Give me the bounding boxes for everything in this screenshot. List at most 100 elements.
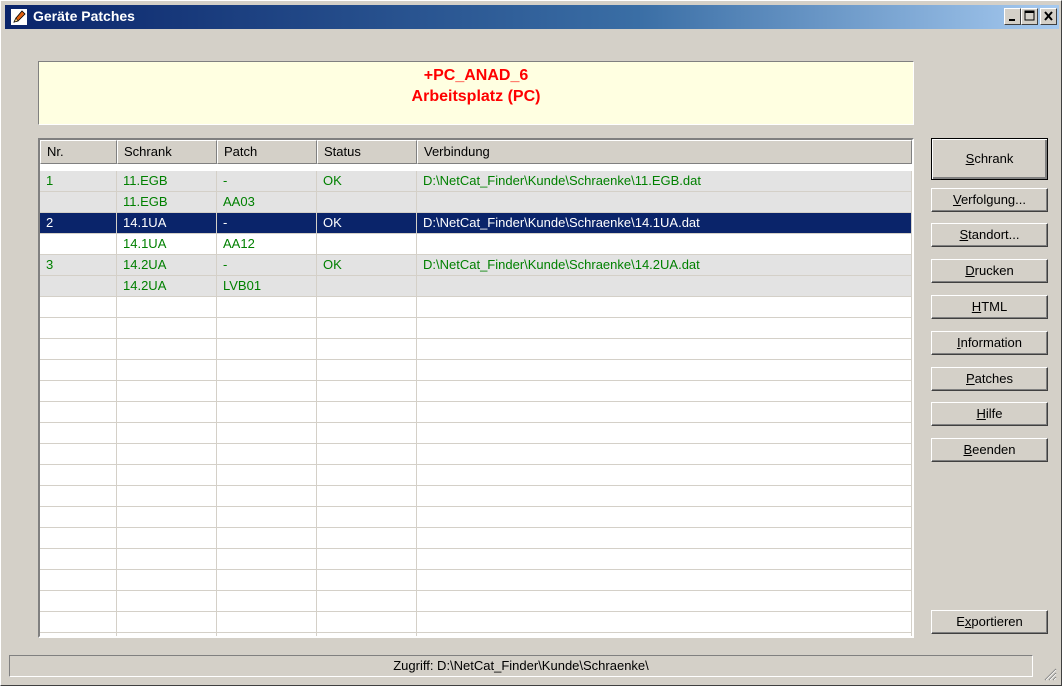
empty-cell (417, 360, 912, 380)
empty-cell (40, 486, 117, 506)
maximize-icon (1024, 10, 1035, 21)
empty-cell (317, 360, 417, 380)
information-button[interactable]: Information (931, 331, 1048, 355)
empty-cell (117, 402, 217, 422)
empty-cell (217, 633, 317, 636)
empty-row (40, 507, 912, 528)
column-header-patch[interactable]: Patch (217, 140, 317, 164)
cell-schrank: 14.2UA (117, 255, 217, 275)
minimize-button[interactable] (1004, 8, 1021, 25)
empty-cell (117, 486, 217, 506)
empty-row (40, 297, 912, 318)
column-header-schrank[interactable]: Schrank (117, 140, 217, 164)
empty-cell (117, 570, 217, 590)
cell-verbindung (417, 276, 912, 296)
empty-cell (417, 612, 912, 632)
empty-cell (317, 591, 417, 611)
empty-cell (40, 570, 117, 590)
html-button[interactable]: HTML (931, 295, 1048, 319)
cell-verbindung: D:\NetCat_Finder\Kunde\Schraenke\14.1UA.… (417, 213, 912, 233)
empty-cell (417, 528, 912, 548)
empty-cell (117, 507, 217, 527)
grid-header: Nr. Schrank Patch Status Verbindung (40, 140, 912, 164)
empty-cell (40, 339, 117, 359)
cell-verbindung: D:\NetCat_Finder\Kunde\Schraenke\11.EGB.… (417, 171, 912, 191)
resize-grip-icon[interactable] (1043, 667, 1057, 681)
patch-grid[interactable]: Nr. Schrank Patch Status Verbindung 1 11… (38, 138, 914, 638)
empty-row (40, 612, 912, 633)
empty-row (40, 486, 912, 507)
hilfe-button[interactable]: Hilfe (931, 402, 1048, 426)
empty-cell (317, 318, 417, 338)
empty-cell (417, 339, 912, 359)
device-name: +PC_ANAD_6 (423, 67, 529, 84)
verfolgung-button[interactable]: Verfolgung... (931, 188, 1048, 212)
status-bar: Zugriff: D:\NetCat_Finder\Kunde\Schraenk… (9, 655, 1033, 677)
empty-cell (317, 423, 417, 443)
empty-cell (417, 486, 912, 506)
empty-cell (40, 360, 117, 380)
empty-cell (40, 612, 117, 632)
device-header-box: +PC_ANAD_6 Arbeitsplatz (PC) (38, 61, 914, 125)
patches-button[interactable]: Patches (931, 367, 1048, 391)
close-button[interactable] (1040, 8, 1057, 25)
empty-cell (417, 297, 912, 317)
table-row[interactable]: 14.1UA AA12 (40, 234, 912, 255)
empty-cell (217, 318, 317, 338)
title-bar[interactable]: Geräte Patches (5, 5, 1059, 29)
empty-cell (217, 339, 317, 359)
window-title: Geräte Patches (33, 8, 135, 24)
column-header-verbindung[interactable]: Verbindung (417, 140, 912, 164)
empty-cell (317, 444, 417, 464)
cell-verbindung: D:\NetCat_Finder\Kunde\Schraenke\14.2UA.… (417, 255, 912, 275)
empty-cell (40, 381, 117, 401)
empty-cell (217, 360, 317, 380)
cell-patch: AA03 (217, 192, 317, 212)
empty-row (40, 528, 912, 549)
empty-cell (40, 549, 117, 569)
table-row[interactable]: 3 14.2UA - OK D:\NetCat_Finder\Kunde\Sch… (40, 255, 912, 276)
empty-cell (217, 465, 317, 485)
cell-schrank: 11.EGB (117, 171, 217, 191)
cell-nr (40, 276, 117, 296)
empty-cell (417, 570, 912, 590)
empty-cell (40, 423, 117, 443)
empty-cell (117, 360, 217, 380)
maximize-button[interactable] (1021, 8, 1038, 25)
empty-cell (417, 444, 912, 464)
exportieren-button[interactable]: Exportieren (931, 610, 1048, 634)
empty-cell (117, 297, 217, 317)
table-row[interactable]: 1 11.EGB - OK D:\NetCat_Finder\Kunde\Sch… (40, 171, 912, 192)
empty-cell (117, 549, 217, 569)
column-header-nr[interactable]: Nr. (40, 140, 117, 164)
table-row[interactable]: 14.2UA LVB01 (40, 276, 912, 297)
schrank-button[interactable]: Schrank (931, 138, 1048, 180)
standort-button[interactable]: Standort... (931, 223, 1048, 247)
empty-cell (117, 612, 217, 632)
empty-cell (317, 570, 417, 590)
empty-cell (40, 297, 117, 317)
empty-cell (117, 633, 217, 636)
drucken-button[interactable]: Drucken (931, 259, 1048, 283)
app-pencil-icon (11, 9, 27, 25)
empty-cell (117, 423, 217, 443)
cell-verbindung (417, 192, 912, 212)
beenden-button[interactable]: Beenden (931, 438, 1048, 462)
cell-patch: - (217, 171, 317, 191)
empty-cell (217, 612, 317, 632)
empty-cell (317, 402, 417, 422)
empty-row (40, 633, 912, 636)
empty-cell (117, 591, 217, 611)
empty-cell (40, 633, 117, 636)
empty-cell (40, 507, 117, 527)
table-row-selected[interactable]: 2 14.1UA - OK D:\NetCat_Finder\Kunde\Sch… (40, 213, 912, 234)
empty-cell (417, 402, 912, 422)
cell-status (317, 276, 417, 296)
empty-cell (40, 318, 117, 338)
column-header-status[interactable]: Status (317, 140, 417, 164)
cell-status (317, 234, 417, 254)
empty-cell (217, 591, 317, 611)
empty-row (40, 591, 912, 612)
table-row[interactable]: 11.EGB AA03 (40, 192, 912, 213)
cell-nr (40, 192, 117, 212)
